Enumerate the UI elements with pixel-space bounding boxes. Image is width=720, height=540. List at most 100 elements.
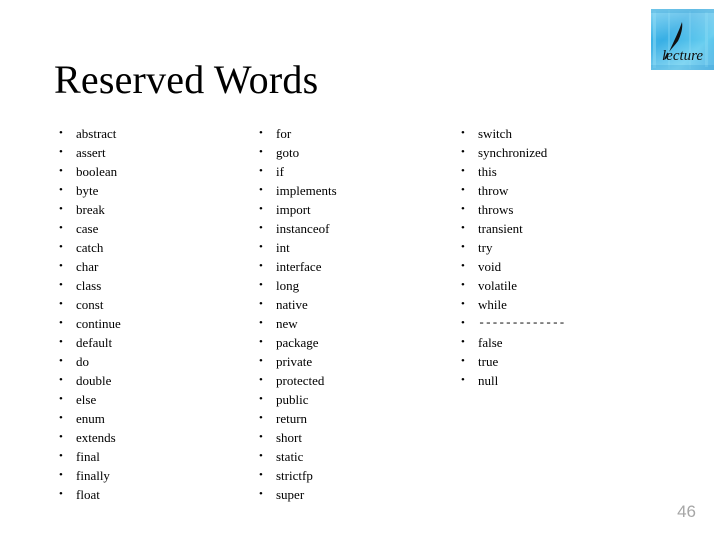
reserved-word-label: continue bbox=[76, 316, 121, 331]
bullet-icon: • bbox=[59, 393, 63, 405]
bullet-icon: • bbox=[59, 146, 63, 158]
list-item: • assert bbox=[56, 143, 246, 162]
list-item: • char bbox=[56, 257, 246, 276]
bullet-icon: • bbox=[259, 393, 263, 405]
list-item: • throw bbox=[458, 181, 668, 200]
bullet-icon: • bbox=[59, 431, 63, 443]
list-item: • private bbox=[256, 352, 446, 371]
reserved-words-column-3: • switch • synchronized • this • throw • throws • t… bbox=[458, 124, 668, 390]
reserved-word-label: this bbox=[478, 164, 497, 179]
list-item: • switch bbox=[458, 124, 668, 143]
bullet-icon: • bbox=[59, 279, 63, 291]
bullet-icon: • bbox=[259, 127, 263, 139]
reserved-word-label: package bbox=[276, 335, 319, 350]
bullet-icon: • bbox=[461, 374, 465, 386]
list-item: • if bbox=[256, 162, 446, 181]
reserved-word-label: throw bbox=[478, 183, 509, 198]
bullet-icon: • bbox=[59, 298, 63, 310]
reserved-word-label: case bbox=[76, 221, 99, 236]
reserved-word-label: do bbox=[76, 354, 89, 369]
reserved-word-label: for bbox=[276, 126, 292, 141]
bullet-icon: • bbox=[259, 165, 263, 177]
page-number: 46 bbox=[677, 502, 696, 521]
reserved-word-label: byte bbox=[76, 183, 99, 198]
list-item: • try bbox=[458, 238, 668, 257]
bullet-icon: • bbox=[259, 260, 263, 272]
reserved-word-label: while bbox=[478, 297, 507, 312]
list-item: • byte bbox=[56, 181, 246, 200]
list-item: • strictfp bbox=[256, 466, 446, 485]
list-item: • instanceof bbox=[256, 219, 446, 238]
bullet-icon: • bbox=[259, 298, 263, 310]
reserved-word-label: return bbox=[276, 411, 308, 426]
reserved-word-label: final bbox=[76, 449, 100, 464]
reserved-word-label: class bbox=[76, 278, 102, 293]
reserved-word-label: double bbox=[76, 373, 112, 388]
reserved-word-label: goto bbox=[276, 145, 300, 160]
word-list-1: • abstract • assert • boolean • byte • break • case… bbox=[56, 124, 246, 504]
list-item: • for bbox=[256, 124, 446, 143]
reserved-word-label: short bbox=[276, 430, 302, 445]
list-item: • super bbox=[256, 485, 446, 504]
list-item: • do bbox=[56, 352, 246, 371]
list-item: • catch bbox=[56, 238, 246, 257]
list-item: • public bbox=[256, 390, 446, 409]
bullet-icon: • bbox=[461, 260, 465, 272]
bullet-icon: • bbox=[59, 355, 63, 367]
bullet-icon: • bbox=[259, 203, 263, 215]
reserved-words-column-1: • abstract • assert • boolean • byte • break • case… bbox=[56, 124, 246, 504]
list-item: • short bbox=[256, 428, 446, 447]
list-item: • synchronized bbox=[458, 143, 668, 162]
bullet-icon: • bbox=[259, 241, 263, 253]
list-item: • void bbox=[458, 257, 668, 276]
list-item: • protected bbox=[256, 371, 446, 390]
list-item: • volatile bbox=[458, 276, 668, 295]
word-list-2: • for • goto • if • implements • import • instanceo… bbox=[256, 124, 446, 504]
reserved-word-label: extends bbox=[76, 430, 116, 445]
list-item: • case bbox=[56, 219, 246, 238]
bullet-icon: • bbox=[259, 488, 263, 500]
bullet-icon: • bbox=[59, 184, 63, 196]
list-item: • native bbox=[256, 295, 446, 314]
reserved-words-columns: • abstract • assert • boolean • byte • break • case… bbox=[0, 124, 720, 514]
bullet-icon: • bbox=[461, 146, 465, 158]
reserved-word-label: instanceof bbox=[276, 221, 330, 236]
reserved-word-label: ------------- bbox=[478, 316, 566, 330]
reserved-word-label: float bbox=[76, 487, 100, 502]
bullet-icon: • bbox=[461, 279, 465, 291]
bullet-icon: • bbox=[59, 317, 63, 329]
list-item: • float bbox=[56, 485, 246, 504]
bullet-icon: • bbox=[59, 203, 63, 215]
list-item: • boolean bbox=[56, 162, 246, 181]
bullet-icon: • bbox=[461, 203, 465, 215]
slide-canvas: lecture Reserved Words • abstract • assert •… bbox=[0, 0, 720, 540]
bullet-icon: • bbox=[461, 317, 465, 329]
bullet-icon: • bbox=[59, 488, 63, 500]
bullet-icon: • bbox=[259, 355, 263, 367]
list-item: • finally bbox=[56, 466, 246, 485]
list-item: • final bbox=[56, 447, 246, 466]
reserved-word-label: interface bbox=[276, 259, 322, 274]
reserved-word-label: catch bbox=[76, 240, 104, 255]
reserved-word-label: implements bbox=[276, 183, 337, 198]
bullet-icon: • bbox=[461, 127, 465, 139]
list-item: • abstract bbox=[56, 124, 246, 143]
reserved-word-label: break bbox=[76, 202, 105, 217]
list-item: • import bbox=[256, 200, 446, 219]
reserved-word-label: const bbox=[76, 297, 104, 312]
reserved-word-label: import bbox=[276, 202, 311, 217]
list-item: • int bbox=[256, 238, 446, 257]
bullet-icon: • bbox=[461, 184, 465, 196]
reserved-word-label: protected bbox=[276, 373, 325, 388]
list-item: • this bbox=[458, 162, 668, 181]
list-item: • double bbox=[56, 371, 246, 390]
word-list-3: • switch • synchronized • this • throw • throws • t… bbox=[458, 124, 668, 390]
bullet-icon: • bbox=[59, 374, 63, 386]
reserved-word-label: new bbox=[276, 316, 298, 331]
list-item: • const bbox=[56, 295, 246, 314]
bullet-icon: • bbox=[59, 412, 63, 424]
bullet-icon: • bbox=[259, 374, 263, 386]
bullet-icon: • bbox=[461, 336, 465, 348]
list-item: • extends bbox=[56, 428, 246, 447]
list-item: • new bbox=[256, 314, 446, 333]
